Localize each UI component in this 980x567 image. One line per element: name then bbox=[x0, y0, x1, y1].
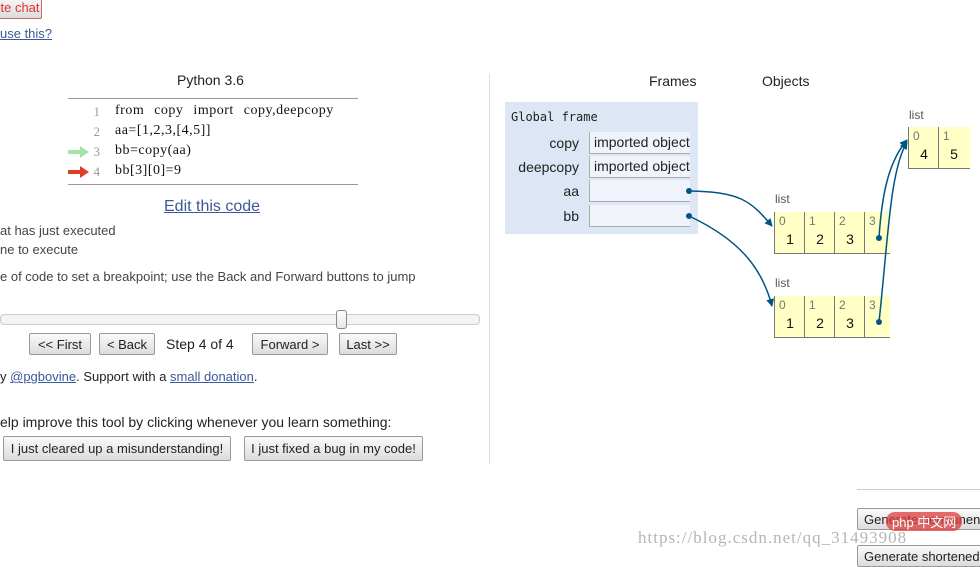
var-name-copy: copy bbox=[549, 135, 579, 151]
misunderstanding-button[interactable]: I just cleared up a misunderstanding! bbox=[3, 436, 231, 461]
line-number: 3 bbox=[93, 144, 101, 159]
heap-cell: 23 bbox=[834, 212, 864, 254]
generate-shortened-link-button[interactable]: Generate shortened bbox=[857, 545, 980, 567]
arrow-aa-to-list bbox=[686, 188, 773, 227]
code-line-4[interactable]: 4 bb[3][0]=9 bbox=[68, 162, 358, 182]
list-label-aa: list bbox=[775, 192, 790, 206]
line-number: 4 bbox=[93, 164, 101, 179]
step-slider-handle[interactable] bbox=[336, 310, 347, 329]
list-label-inner: list bbox=[909, 108, 924, 122]
heap-cell: 12 bbox=[804, 296, 834, 338]
credits-line: y @pgbovine. Support with a small donati… bbox=[0, 369, 258, 384]
panel-divider bbox=[489, 74, 490, 464]
heap-cell: 3 bbox=[864, 296, 890, 338]
edit-code-link[interactable]: Edit this code bbox=[164, 198, 260, 216]
how-to-use-link[interactable]: use this? bbox=[0, 26, 52, 41]
code-text: bb[3][0]=9 bbox=[115, 163, 182, 178]
last-button[interactable]: Last >> bbox=[339, 333, 397, 355]
var-name-aa: aa bbox=[563, 183, 579, 199]
heap-cell: 15 bbox=[938, 127, 970, 169]
var-value-aa bbox=[589, 180, 690, 202]
heap-cell: 23 bbox=[834, 296, 864, 338]
credits-prefix: y bbox=[0, 369, 11, 384]
global-frame-title: Global frame bbox=[511, 110, 598, 124]
var-value-deepcopy: imported object bbox=[589, 156, 690, 178]
line-number: 2 bbox=[93, 124, 101, 139]
var-value-copy: imported object bbox=[589, 132, 690, 154]
first-button[interactable]: << First bbox=[29, 333, 91, 355]
arrow-bb-to-list bbox=[686, 213, 775, 307]
heap-cell: 04 bbox=[908, 127, 938, 169]
bottom-divider bbox=[857, 489, 980, 490]
watermark-url: https://blog.csdn.net/qq_31493908 bbox=[638, 528, 908, 547]
heap-cell: 01 bbox=[774, 296, 804, 338]
frames-header: Frames bbox=[649, 73, 697, 89]
var-value-bb bbox=[589, 205, 690, 227]
list-label-bb: list bbox=[775, 276, 790, 290]
forward-button[interactable]: Forward > bbox=[252, 333, 328, 355]
code-text: bb=copy(aa) bbox=[115, 143, 192, 158]
var-name-deepcopy: deepcopy bbox=[518, 159, 579, 175]
feedback-prompt: elp improve this tool by clicking whenev… bbox=[0, 414, 392, 430]
code-text: from copy import copy,deepcopy bbox=[115, 103, 334, 118]
step-slider-track[interactable] bbox=[0, 314, 480, 325]
legend-just-executed: at has just executed bbox=[0, 223, 116, 238]
objects-header: Objects bbox=[762, 73, 810, 89]
credits-middle: . Support with a bbox=[76, 369, 171, 384]
var-name-bb: bb bbox=[563, 208, 579, 224]
donation-link[interactable]: small donation bbox=[170, 369, 254, 384]
code-line-2[interactable]: 2 aa=[1,2,3,[4,5]] bbox=[68, 122, 358, 142]
breakpoint-hint: e of code to set a breakpoint; use the B… bbox=[0, 269, 416, 284]
create-chat-button[interactable]: te chat bbox=[0, 0, 42, 19]
step-counter: Step 4 of 4 bbox=[166, 336, 234, 352]
heap-cell: 3 bbox=[864, 212, 890, 254]
line-number: 1 bbox=[93, 104, 101, 119]
code-line-3[interactable]: 3 bb=copy(aa) bbox=[68, 142, 358, 162]
language-label: Python 3.6 bbox=[177, 72, 244, 88]
back-button[interactable]: < Back bbox=[99, 333, 155, 355]
code-line-1[interactable]: 1 from copy import copy,deepcopy bbox=[68, 102, 358, 122]
author-link[interactable]: @pgbovine bbox=[10, 369, 76, 384]
heap-cell: 12 bbox=[804, 212, 834, 254]
code-text: aa=[1,2,3,[4,5]] bbox=[115, 123, 211, 138]
credits-suffix: . bbox=[253, 369, 258, 384]
fixed-bug-button[interactable]: I just fixed a bug in my code! bbox=[244, 436, 423, 461]
heap-cell: 01 bbox=[774, 212, 804, 254]
legend-next-to-execute: ne to execute bbox=[0, 242, 79, 257]
